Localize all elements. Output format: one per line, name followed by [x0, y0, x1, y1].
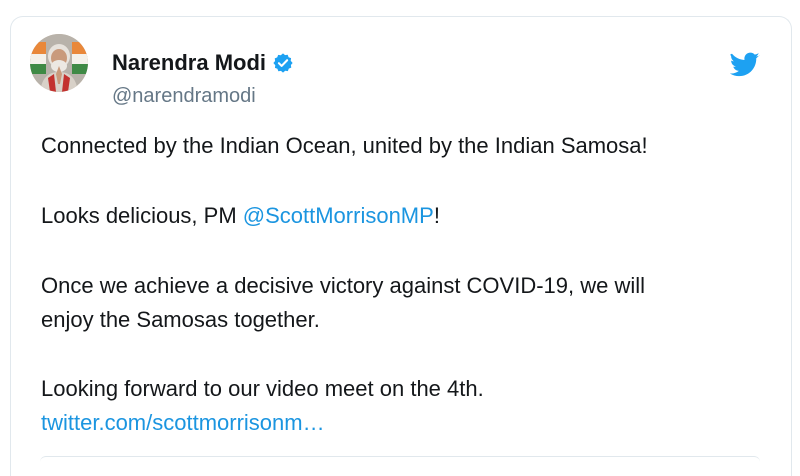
- tweet-text-line-4: Looking forward to our video meet on the…: [41, 376, 484, 401]
- tweet-text-line-3b: enjoy the Samosas together.: [41, 307, 320, 332]
- tweet-url-link[interactable]: twitter.com/scottmorrisonm…: [41, 406, 325, 440]
- verified-badge-icon: [272, 52, 294, 74]
- tweet-text-line-3a: Once we achieve a decisive victory again…: [41, 273, 646, 298]
- author-name-row[interactable]: Narendra Modi: [112, 52, 294, 74]
- author-name[interactable]: Narendra Modi: [112, 52, 266, 74]
- twitter-bird-icon[interactable]: [729, 52, 760, 78]
- mention-link[interactable]: @ScottMorrisonMP: [243, 203, 434, 228]
- tweet-text-line-2: Looks delicious, PM @ScottMorrisonMP!: [41, 199, 440, 233]
- tweet-text-segment: Looks delicious, PM: [41, 203, 243, 228]
- avatar[interactable]: [30, 34, 88, 92]
- author-handle[interactable]: @narendramodi: [112, 86, 256, 106]
- tweet-text-segment: !: [433, 203, 440, 228]
- tweet-text-line-1: Connected by the Indian Ocean, united by…: [41, 133, 648, 158]
